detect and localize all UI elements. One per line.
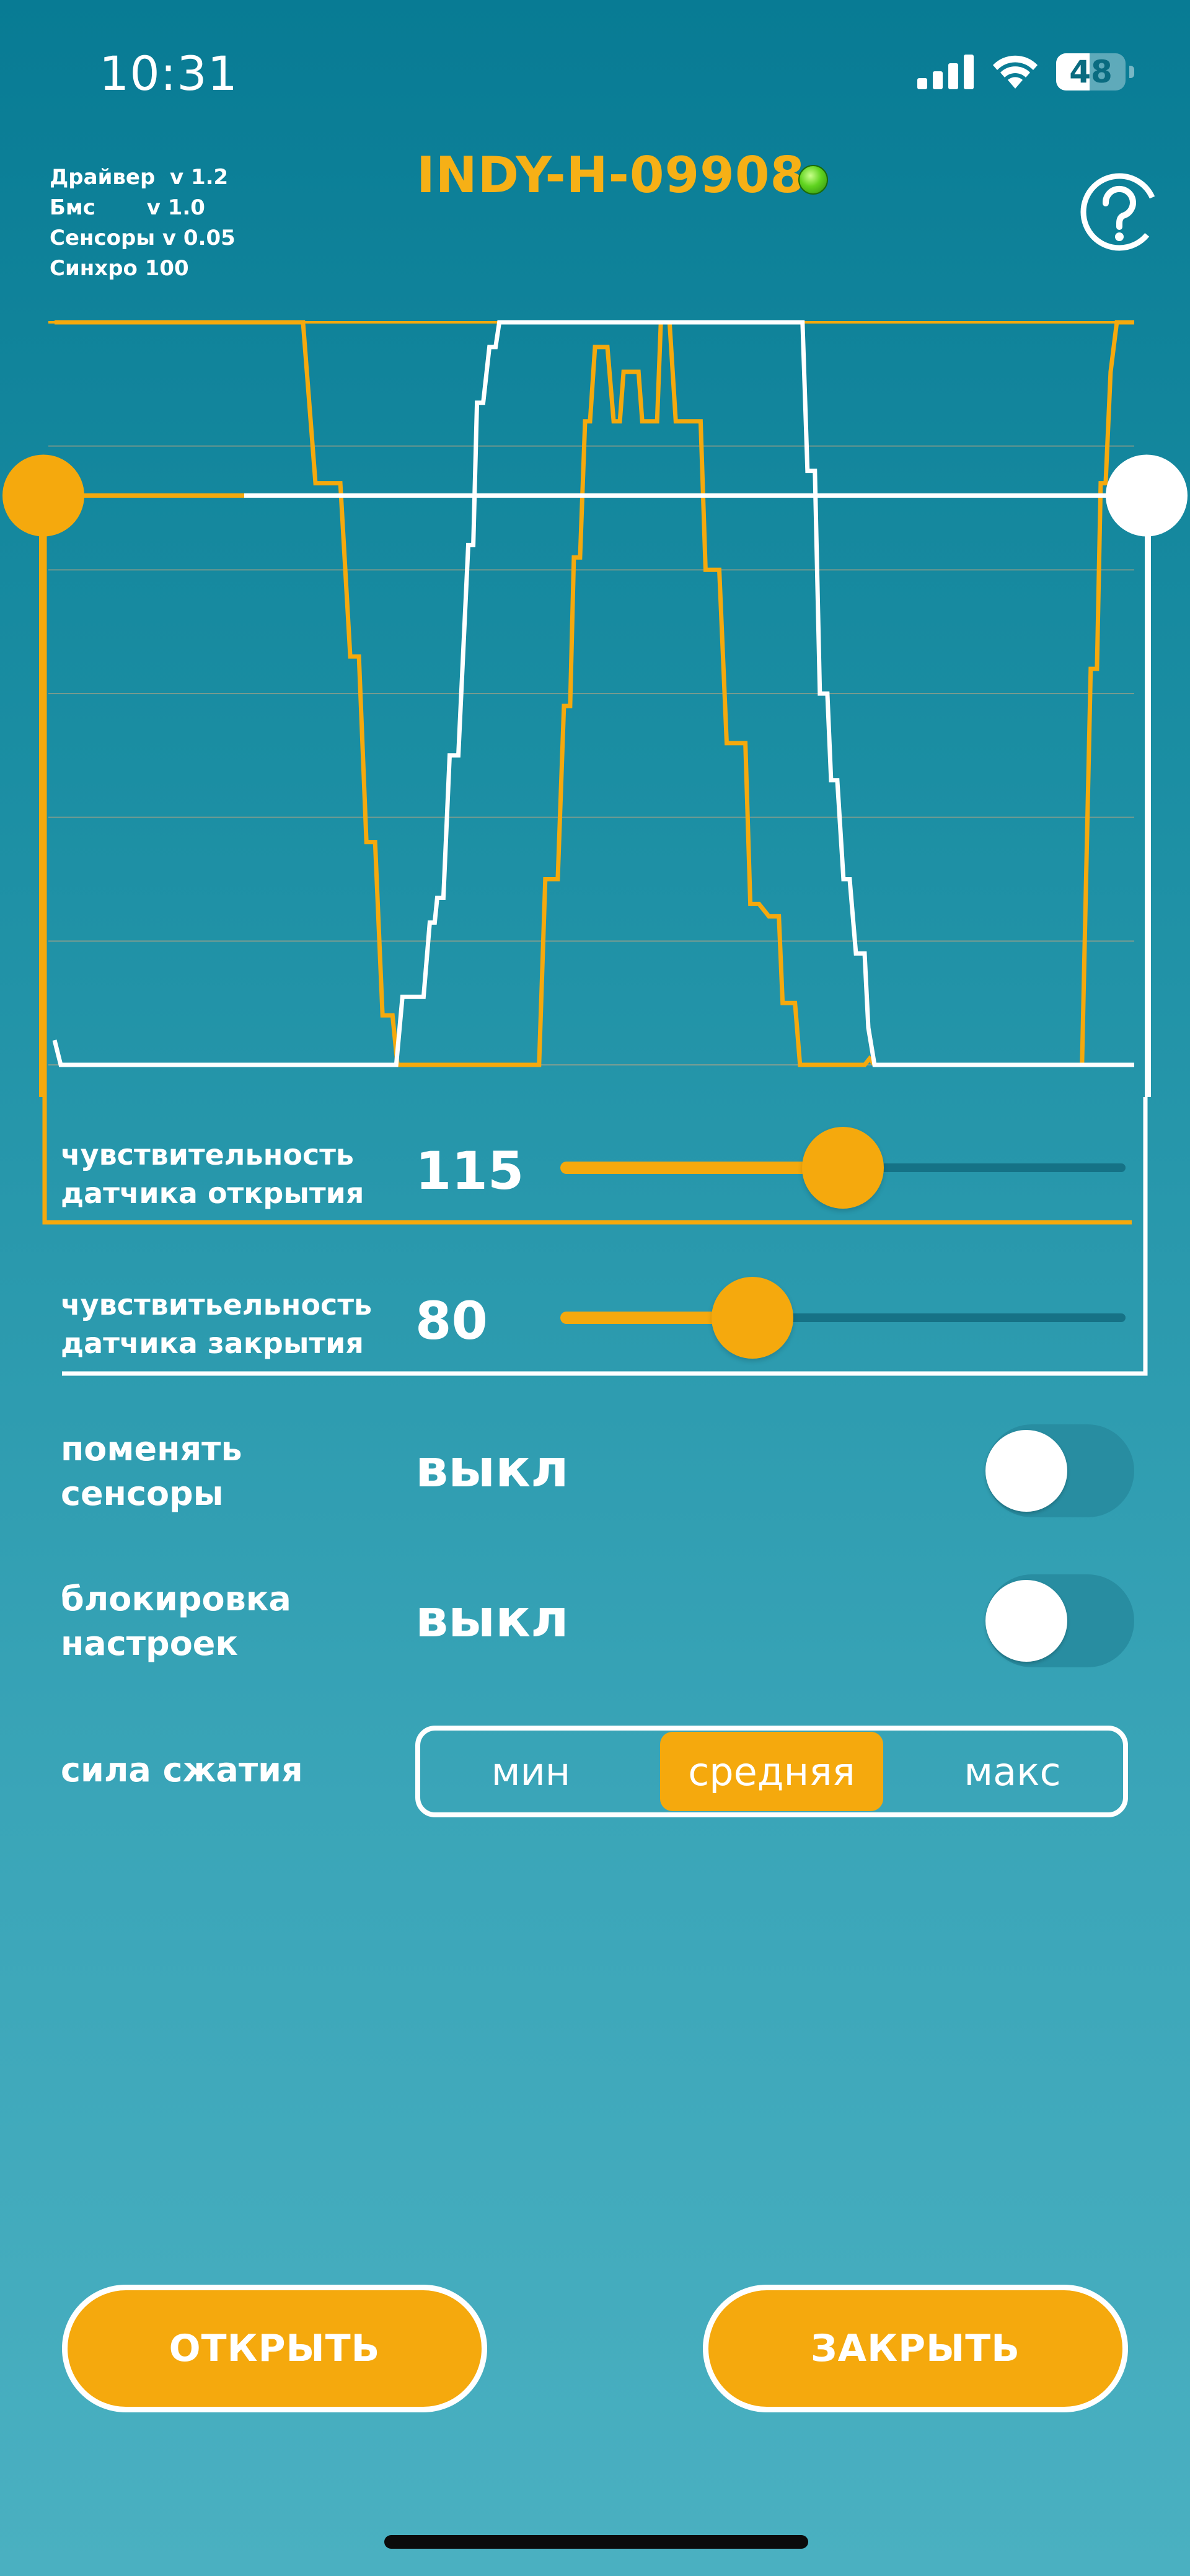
open-threshold-handle [2, 454, 84, 537]
device-name: INDY-H-09908 [416, 146, 806, 204]
slider-fill [560, 1162, 843, 1174]
wifi-icon [993, 55, 1038, 89]
toggle-knob [985, 1430, 1067, 1512]
grip-force-option-min[interactable]: мин [420, 1732, 641, 1811]
version-bms: Бмс v 1.0 [50, 195, 205, 220]
grip-force-option-max[interactable]: макс [902, 1732, 1123, 1811]
grip-force-option-medium[interactable]: средняя [660, 1732, 883, 1811]
open-button[interactable]: ОТКРЫТЬ [62, 2285, 487, 2412]
grip-force-selector[interactable]: мин средняя макс [415, 1726, 1128, 1817]
open-sensitivity-label-line1: чувствительность [61, 1138, 354, 1171]
status-icons: 48 [917, 53, 1134, 90]
open-sensitivity-value: 115 [415, 1140, 524, 1201]
version-sync: Синхро 100 [50, 256, 189, 281]
help-icon[interactable] [1078, 171, 1160, 253]
swap-sensors-label-line1: поменять [61, 1429, 242, 1468]
lock-settings-toggle[interactable] [985, 1574, 1134, 1667]
connection-status-icon [798, 165, 828, 195]
lock-settings-label: блокировка настроек [61, 1577, 291, 1666]
open-sensitivity-label-line2: датчика открытия [61, 1176, 364, 1210]
home-indicator [384, 2535, 808, 2549]
status-time: 10:31 [99, 46, 239, 101]
battery-cap [1129, 66, 1134, 78]
close-button[interactable]: ЗАКРЫТЬ [703, 2285, 1128, 2412]
lock-settings-label-line2: настроек [61, 1624, 239, 1663]
cellular-signal-icon [917, 55, 974, 89]
lock-settings-value: выкл [415, 1588, 569, 1649]
close-sensitivity-frame [62, 1240, 1148, 1376]
swap-sensors-label-line2: сенсоры [61, 1474, 224, 1513]
version-driver: Драйвер v 1.2 [50, 165, 229, 190]
open-sensitivity-frame [42, 495, 1132, 1225]
version-sensors: Сенсоры v 0.05 [50, 226, 236, 250]
swap-sensors-toggle[interactable] [985, 1424, 1134, 1517]
close-threshold-handle [1106, 454, 1188, 537]
slider-thumb[interactable] [802, 1127, 884, 1209]
swap-sensors-label: поменять сенсоры [61, 1427, 242, 1516]
lock-settings-label-line1: блокировка [61, 1579, 291, 1618]
swap-sensors-value: выкл [415, 1438, 569, 1499]
firmware-versions: Драйвер v 1.2 Бмс v 1.0 Сенсоры v 0.05 С… [50, 162, 236, 284]
open-sensitivity-slider[interactable] [560, 1127, 1126, 1209]
battery-percent: 48 [1069, 54, 1113, 90]
sensor-chart [2, 320, 1188, 1240]
grip-force-label: сила сжатия [61, 1750, 303, 1789]
open-sensitivity-label: чувствительность датчика открытия [61, 1136, 364, 1212]
battery-icon: 48 [1056, 53, 1126, 90]
toggle-knob [985, 1580, 1067, 1662]
close-sensitivity-frame-line [62, 1240, 1148, 1376]
